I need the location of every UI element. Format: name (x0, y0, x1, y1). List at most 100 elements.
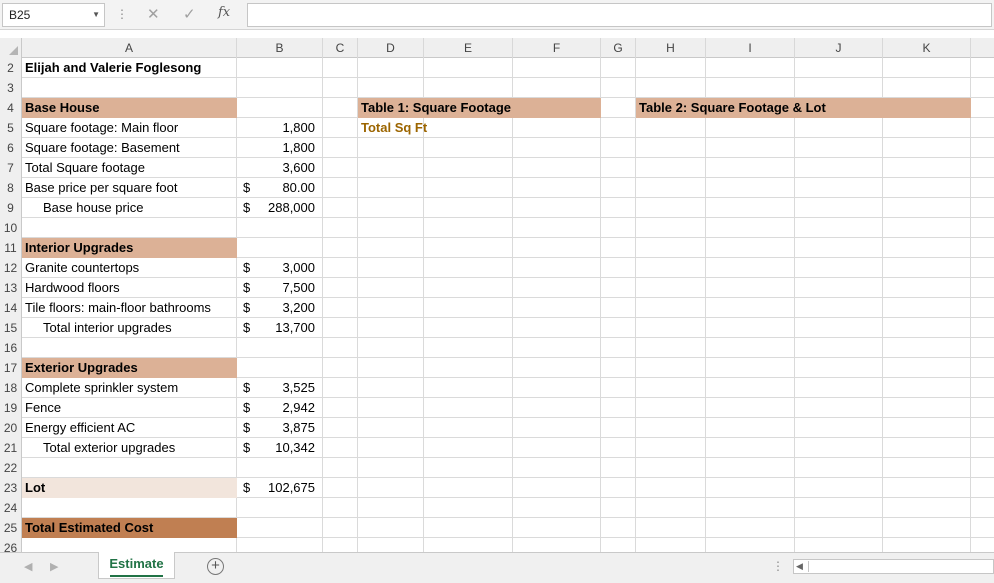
row-header[interactable]: 24 (0, 498, 22, 518)
row-header[interactable]: 15 (0, 318, 22, 338)
row-header[interactable]: 21 (0, 438, 22, 458)
row-header[interactable]: 12 (0, 258, 22, 278)
cell-b21[interactable]: 10,342 (257, 438, 323, 458)
row-header[interactable]: 23 (0, 478, 22, 498)
cell-a15[interactable]: Total interior upgrades (22, 318, 237, 338)
scroll-tabs-right-icon[interactable]: ▶ (50, 560, 58, 573)
column-header-j[interactable]: J (795, 38, 883, 58)
cell-a20[interactable]: Energy efficient AC (22, 418, 237, 438)
row-header[interactable]: 26 (0, 538, 22, 552)
cell-a2[interactable]: Elijah and Valerie Foglesong (22, 58, 237, 78)
cell-b8[interactable]: 80.00 (257, 178, 323, 198)
column-header-k[interactable]: K (883, 38, 971, 58)
more-options-icon[interactable]: ⋮ (116, 6, 128, 22)
tab-splitter-icon[interactable]: ⋮ (772, 559, 784, 573)
cell-a6[interactable]: Square footage: Basement (22, 138, 237, 158)
cell-a17[interactable]: Exterior Upgrades (22, 358, 237, 378)
sheet-row: 25 Total Estimated Cost (0, 518, 994, 538)
cancel-icon[interactable]: ✕ (147, 5, 160, 23)
cell-b7[interactable]: 3,600 (237, 158, 323, 178)
cell-d4[interactable]: Table 1: Square Footage (358, 98, 601, 118)
formula-input[interactable] (247, 3, 992, 27)
name-box[interactable]: B25 ▼ (2, 3, 105, 27)
row-header[interactable]: 22 (0, 458, 22, 478)
cell-b19[interactable]: 2,942 (257, 398, 323, 418)
cell-a9[interactable]: Base house price (22, 198, 237, 218)
cell-b15[interactable]: 13,700 (257, 318, 323, 338)
scrollbar-thumb[interactable] (808, 561, 992, 572)
cell-a5[interactable]: Square footage: Main floor (22, 118, 237, 138)
row-header[interactable]: 9 (0, 198, 22, 218)
row-header[interactable]: 4 (0, 98, 22, 118)
sheet-row: 5 Square footage: Main floor 1,800 Total… (0, 118, 994, 138)
cell-a19[interactable]: Fence (22, 398, 237, 418)
row-header[interactable]: 20 (0, 418, 22, 438)
row-header[interactable]: 14 (0, 298, 22, 318)
column-header-h[interactable]: H (636, 38, 706, 58)
cell-a4[interactable]: Base House (22, 98, 237, 118)
sheet-row: 26 (0, 538, 994, 552)
cell-a13[interactable]: Hardwood floors (22, 278, 237, 298)
row-header[interactable]: 17 (0, 358, 22, 378)
cell-b12[interactable]: 3,000 (257, 258, 323, 278)
sheet-row: 8 Base price per square foot $ 80.00 (0, 178, 994, 198)
sheet-row: 16 (0, 338, 994, 358)
row-header[interactable]: 8 (0, 178, 22, 198)
row-header[interactable]: 10 (0, 218, 22, 238)
row-header[interactable]: 3 (0, 78, 22, 98)
row-header[interactable]: 5 (0, 118, 22, 138)
sheet-row: 12 Granite countertops $ 3,000 (0, 258, 994, 278)
cell-b14[interactable]: 3,200 (257, 298, 323, 318)
row-header[interactable]: 25 (0, 518, 22, 538)
sheet-row: 3 (0, 78, 994, 98)
cell-b23[interactable]: 102,675 (257, 478, 323, 498)
cell-a12[interactable]: Granite countertops (22, 258, 237, 278)
select-all-corner[interactable] (0, 38, 22, 58)
row-header[interactable]: 6 (0, 138, 22, 158)
sheet-row: 14 Tile floors: main-floor bathrooms $ 3… (0, 298, 994, 318)
add-sheet-icon[interactable]: + (207, 558, 224, 575)
column-header-i[interactable]: I (706, 38, 795, 58)
spreadsheet-grid[interactable]: A B C D E F G H I J K 2 Elijah and Valer… (0, 38, 994, 552)
row-header[interactable]: 16 (0, 338, 22, 358)
cell-a21[interactable]: Total exterior upgrades (22, 438, 237, 458)
cell-a8[interactable]: Base price per square foot (22, 178, 237, 198)
sheet-row: 22 (0, 458, 994, 478)
cell-b5[interactable]: 1,800 (237, 118, 323, 138)
column-header-e[interactable]: E (424, 38, 513, 58)
insert-function-icon[interactable]: fx (218, 5, 230, 20)
cell-a23[interactable]: Lot (22, 478, 237, 498)
row-header[interactable]: 7 (0, 158, 22, 178)
cell-b6[interactable]: 1,800 (237, 138, 323, 158)
cell-a18[interactable]: Complete sprinkler system (22, 378, 237, 398)
column-header-f[interactable]: F (513, 38, 601, 58)
column-header-a[interactable]: A (22, 38, 237, 58)
column-header-g[interactable]: G (601, 38, 636, 58)
cell-h4[interactable]: Table 2: Square Footage & Lot (636, 98, 971, 118)
cell-a7[interactable]: Total Square footage (22, 158, 237, 178)
row-header[interactable]: 2 (0, 58, 22, 78)
cell-b18[interactable]: 3,525 (257, 378, 323, 398)
column-header-c[interactable]: C (323, 38, 358, 58)
cell-a11[interactable]: Interior Upgrades (22, 238, 237, 258)
cell-a25[interactable]: Total Estimated Cost (22, 518, 237, 538)
column-header-b[interactable]: B (237, 38, 323, 58)
horizontal-scrollbar[interactable]: ◀ (793, 559, 994, 574)
enter-check-icon[interactable]: ✓ (183, 5, 196, 23)
cell-b9[interactable]: 288,000 (257, 198, 323, 218)
row-header[interactable]: 19 (0, 398, 22, 418)
row-header[interactable]: 18 (0, 378, 22, 398)
sheet-row: 21 Total exterior upgrades $ 10,342 (0, 438, 994, 458)
cell-a14[interactable]: Tile floors: main-floor bathrooms (22, 298, 237, 318)
row-header[interactable]: 11 (0, 238, 22, 258)
row-header[interactable]: 13 (0, 278, 22, 298)
active-tab-indicator (110, 575, 163, 577)
cell-d5[interactable]: Total Sq Ft (358, 118, 427, 138)
sheet-row: 17 Exterior Upgrades (0, 358, 994, 378)
cell-b13[interactable]: 7,500 (257, 278, 323, 298)
chevron-down-icon[interactable]: ▼ (92, 4, 100, 26)
scroll-left-icon[interactable]: ◀ (796, 560, 803, 573)
scroll-tabs-left-icon[interactable]: ◀ (24, 560, 32, 573)
cell-b20[interactable]: 3,875 (257, 418, 323, 438)
column-header-d[interactable]: D (358, 38, 424, 58)
